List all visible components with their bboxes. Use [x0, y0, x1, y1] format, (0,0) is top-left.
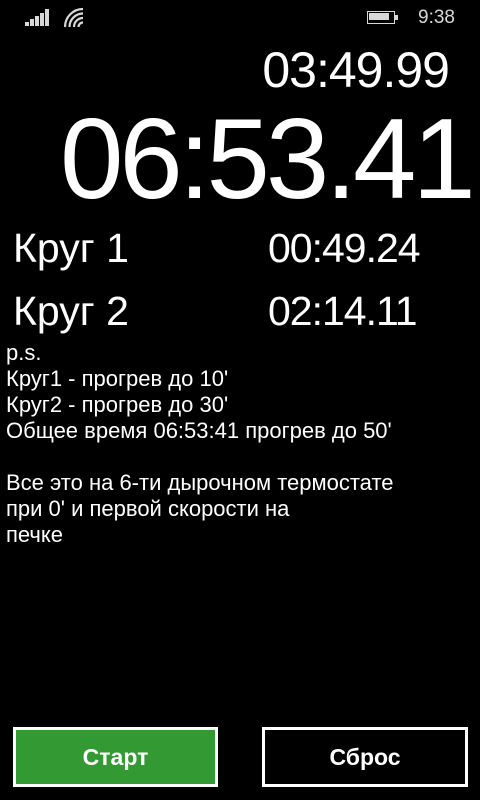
notes-line: Круг1 - прогрев до 10'	[6, 366, 229, 391]
current-lap-time: 03:49.99	[262, 42, 450, 98]
status-bar: 9:38	[0, 0, 480, 34]
notes-text: p.s. Круг1 - прогрев до 10' Круг2 - прог…	[6, 340, 480, 548]
notes-line: при 0' и первой скорости на	[6, 496, 290, 521]
cellular-signal-icon	[25, 9, 51, 26]
total-elapsed-time: 06:53.41	[60, 96, 476, 223]
wifi-icon	[62, 6, 86, 28]
notes-line: Все это на 6-ти дырочном термостате	[6, 470, 394, 495]
battery-icon	[367, 11, 400, 24]
notes-line: Круг2 - прогрев до 30'	[6, 392, 229, 417]
lap-row: Круг 1 00:49.24	[0, 220, 480, 276]
stopwatch-screen: 9:38 03:49.99 06:53.41 Круг 1 00:49.24 К…	[0, 0, 480, 800]
reset-button[interactable]: Сброс	[262, 727, 468, 787]
notes-line: p.s.	[6, 340, 42, 365]
start-button[interactable]: Старт	[13, 727, 218, 787]
lap-row: Круг 2 02:14.11	[0, 283, 480, 339]
notes-line: печке	[6, 522, 63, 547]
lap-time: 02:14.11	[268, 288, 418, 334]
lap-label: Круг 1	[13, 225, 129, 271]
lap-label: Круг 2	[13, 288, 129, 334]
notes-blank-line	[6, 444, 480, 470]
notes-line: Общее время 06:53:41 прогрев до 50'	[6, 418, 392, 443]
status-clock: 9:38	[418, 7, 455, 28]
lap-time: 00:49.24	[268, 225, 421, 271]
